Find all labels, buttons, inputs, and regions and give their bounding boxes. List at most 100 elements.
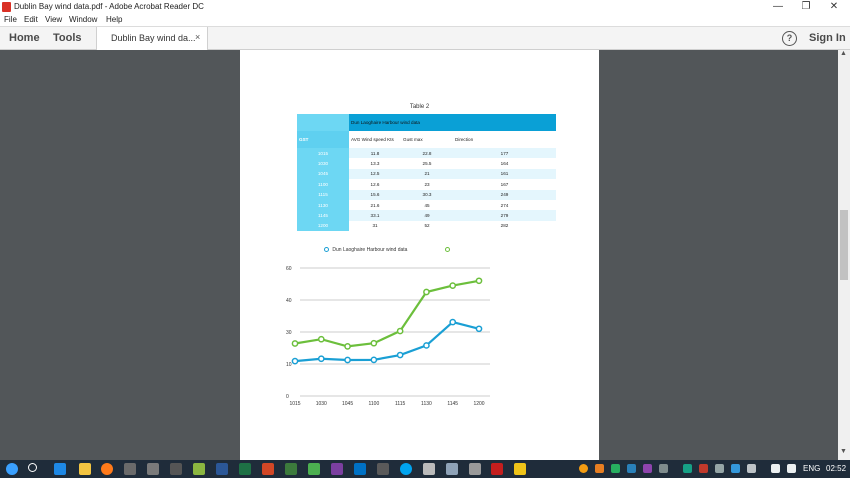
x-tick-label: 1100 xyxy=(368,401,379,407)
menu-edit[interactable]: Edit xyxy=(24,14,38,26)
taskbar-app-icon-4[interactable] xyxy=(193,463,205,475)
table-row: 1045 12.5 21 161 xyxy=(297,168,556,180)
table-cell: 25.5 xyxy=(401,158,453,169)
taskbar-app-icon-1[interactable] xyxy=(54,463,66,475)
table-caption: Table 2 xyxy=(409,104,430,110)
table-cell: 177 xyxy=(453,148,556,159)
taskbar-app-icon-7[interactable] xyxy=(377,463,389,475)
window-title: Dublin Bay wind data.pdf - Adobe Acrobat… xyxy=(14,2,204,11)
table-cell: 1115 xyxy=(297,189,349,200)
visual-studio-icon[interactable] xyxy=(331,463,343,475)
excel-icon[interactable] xyxy=(239,463,251,475)
tray-icon-7[interactable] xyxy=(683,464,692,473)
taskbar-app-icon-5[interactable] xyxy=(285,463,297,475)
search-icon[interactable] xyxy=(28,463,37,472)
table-cell: 23 xyxy=(401,179,453,190)
taskbar-app-icon-10[interactable] xyxy=(469,463,481,475)
settings-icon[interactable] xyxy=(423,463,435,475)
help-icon[interactable]: ? xyxy=(782,31,797,46)
clock[interactable]: 02:52 xyxy=(826,464,846,473)
firefox-icon[interactable] xyxy=(101,463,113,475)
wind-data-table: Dun Laoghaire Harbour wind data GST AVG … xyxy=(297,114,556,232)
table-corner xyxy=(297,114,349,131)
data-point xyxy=(396,351,404,359)
table-cell: 33.1 xyxy=(349,210,401,221)
restore-icon[interactable]: ❐ xyxy=(792,0,820,14)
taskbar-app-icon-3[interactable] xyxy=(147,463,159,475)
chart-legend: Dun Laoghaire Harbour wind data xyxy=(324,247,450,253)
menu-window[interactable]: Window xyxy=(69,14,97,26)
table-cell: 1045 xyxy=(297,168,349,180)
terminal-icon[interactable] xyxy=(170,463,182,475)
y-tick-label: 40 xyxy=(286,298,292,304)
tray-icon-4[interactable] xyxy=(627,464,636,473)
data-point xyxy=(449,282,457,289)
y-tick-label: 60 xyxy=(286,266,292,272)
table-cell: 1200 xyxy=(297,220,349,232)
table-cell: 12.5 xyxy=(349,168,401,180)
menu-view[interactable]: View xyxy=(45,14,62,26)
table-cell: 12.6 xyxy=(349,179,401,190)
taskbar: ENG 02:52 xyxy=(0,460,850,478)
taskbar-app-icon-11[interactable] xyxy=(514,463,526,475)
legend-label-series-1: Dun Laoghaire Harbour wind data xyxy=(332,247,408,253)
scroll-down-icon[interactable]: ▼ xyxy=(840,448,847,455)
x-tick-label: 1145 xyxy=(447,401,458,407)
table-cell: 45 xyxy=(401,199,453,211)
tab-home[interactable]: Home xyxy=(9,32,40,44)
taskbar-app-icon-2[interactable] xyxy=(124,463,136,475)
menu-file[interactable]: File xyxy=(4,14,17,26)
table-row: 1015 11.8 22.8 177 xyxy=(297,148,556,159)
table-cell: 164 xyxy=(453,158,556,169)
tray-icon-5[interactable] xyxy=(643,464,652,473)
network-icon[interactable] xyxy=(787,464,796,473)
table-cell: 1100 xyxy=(297,179,349,190)
document-viewer[interactable]: Table 2 Dun Laoghaire Harbour wind data … xyxy=(0,50,838,460)
taskbar-app-icon-6[interactable] xyxy=(308,463,320,475)
table-cell: 11.8 xyxy=(349,148,401,159)
table-cell: 1130 xyxy=(297,199,349,211)
tray-icon-8[interactable] xyxy=(699,464,708,473)
menu-help[interactable]: Help xyxy=(106,14,122,26)
minimize-icon[interactable]: — xyxy=(764,0,792,14)
tray-icon-9[interactable] xyxy=(715,464,724,473)
data-point xyxy=(291,357,299,365)
menu-bar: File Edit View Window Help xyxy=(0,14,850,26)
start-icon[interactable] xyxy=(6,463,18,475)
word-icon[interactable] xyxy=(216,463,228,475)
tray-icon-11[interactable] xyxy=(747,464,756,473)
table-row: 1115 15.6 30.3 249 xyxy=(297,189,556,200)
tray-icon-2[interactable] xyxy=(595,464,604,473)
taskbar-app-icon-9[interactable] xyxy=(446,463,458,475)
folder-icon[interactable] xyxy=(79,463,91,475)
tray-icon-3[interactable] xyxy=(611,464,620,473)
table-cell: 31 xyxy=(349,220,401,232)
sign-in-link[interactable]: Sign In xyxy=(809,32,846,44)
tray-icon-10[interactable] xyxy=(731,464,740,473)
taskbar-app-icon-8[interactable] xyxy=(400,463,412,475)
table-cell: 21 xyxy=(401,168,453,180)
data-point xyxy=(317,355,325,363)
tab-close-icon[interactable]: × xyxy=(195,32,200,42)
table-cell: 1030 xyxy=(297,158,349,169)
scrollbar-thumb[interactable] xyxy=(840,210,848,280)
volume-icon[interactable] xyxy=(771,464,780,473)
table-cell: 274 xyxy=(453,199,556,211)
tab-tools[interactable]: Tools xyxy=(53,32,82,44)
close-icon[interactable]: ✕ xyxy=(820,0,848,14)
scroll-up-icon[interactable]: ▲ xyxy=(840,50,847,57)
tray-icon-6[interactable] xyxy=(659,464,668,473)
tray-icon-1[interactable] xyxy=(579,464,588,473)
tab-document-label: Dublin Bay wind da... xyxy=(111,33,196,43)
powerpoint-icon[interactable] xyxy=(262,463,274,475)
tab-document[interactable]: Dublin Bay wind da... × xyxy=(96,27,208,50)
y-tick-label: 30 xyxy=(286,330,292,336)
table-cell: 52 xyxy=(401,220,453,232)
table-cell: 15.6 xyxy=(349,189,401,200)
acrobat-icon[interactable] xyxy=(491,463,503,475)
language-indicator[interactable]: ENG xyxy=(803,464,820,473)
outlook-icon[interactable] xyxy=(354,463,366,475)
data-point xyxy=(344,356,351,364)
vertical-scrollbar[interactable]: ▲ ▼ xyxy=(838,50,850,460)
x-tick-label: 1130 xyxy=(421,401,432,407)
